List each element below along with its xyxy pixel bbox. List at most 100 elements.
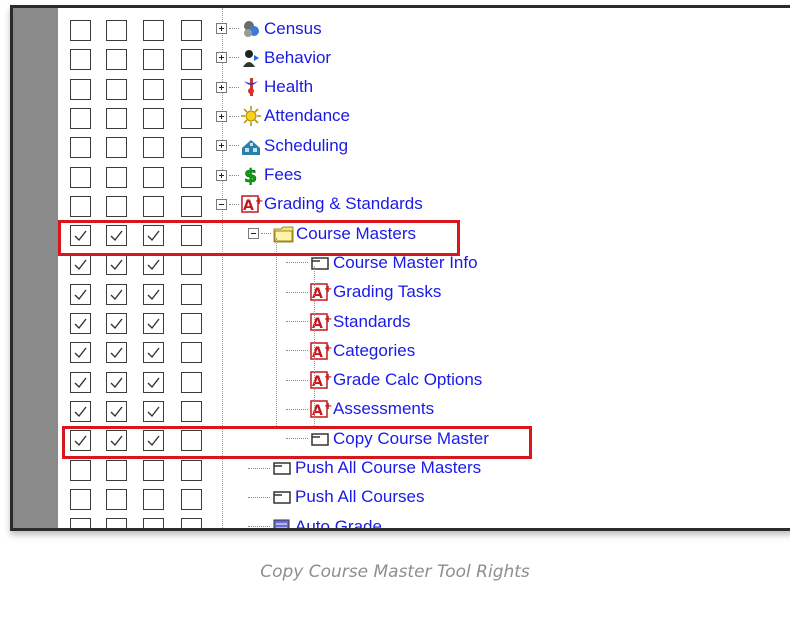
tree-node-label[interactable]: Auto Grade: [295, 517, 382, 528]
collapse-icon[interactable]: [216, 198, 227, 210]
rights-checkbox[interactable]: [143, 283, 164, 305]
rights-checkbox[interactable]: [70, 107, 91, 129]
expand-icon[interactable]: [216, 81, 227, 93]
tree-node-label[interactable]: Push All Courses: [295, 487, 424, 507]
tree-node[interactable]: Attendance: [216, 102, 350, 131]
tree-node-label[interactable]: Grading & Standards: [264, 194, 423, 214]
tree-node-label[interactable]: Grade Calc Options: [333, 370, 482, 390]
rights-checkbox[interactable]: [181, 400, 202, 422]
rights-checkbox[interactable]: [106, 195, 127, 217]
rights-checkbox[interactable]: [143, 254, 164, 276]
rights-checkbox[interactable]: [181, 342, 202, 364]
tree-node[interactable]: A + Standards: [286, 307, 411, 336]
rights-checkbox[interactable]: [181, 78, 202, 100]
rights-checkbox[interactable]: [143, 459, 164, 481]
rights-checkbox[interactable]: [106, 342, 127, 364]
rights-checkbox[interactable]: [70, 20, 91, 41]
rights-checkbox[interactable]: [106, 254, 127, 276]
rights-checkbox[interactable]: [143, 20, 164, 41]
rights-checkbox[interactable]: [181, 254, 202, 276]
tree-node-label[interactable]: Health: [264, 77, 313, 97]
rights-checkbox[interactable]: [70, 254, 91, 276]
rights-checkbox[interactable]: [70, 78, 91, 100]
tree-node-label[interactable]: Attendance: [264, 106, 350, 126]
rights-checkbox[interactable]: [143, 49, 164, 71]
rights-checkbox[interactable]: [143, 488, 164, 510]
tree-node[interactable]: Push All Courses: [248, 483, 424, 512]
rights-checkbox[interactable]: [106, 137, 127, 159]
rights-checkbox[interactable]: [143, 518, 164, 528]
rights-checkbox[interactable]: [181, 20, 202, 41]
rights-checkbox[interactable]: [106, 49, 127, 71]
tree-node[interactable]: A + Grade Calc Options: [286, 366, 482, 395]
tree-node-label[interactable]: Grading Tasks: [333, 282, 441, 302]
expand-icon[interactable]: [216, 169, 227, 181]
rights-checkbox[interactable]: [70, 166, 91, 188]
rights-checkbox[interactable]: [70, 195, 91, 217]
tree-node[interactable]: Census: [216, 14, 322, 43]
rights-checkbox[interactable]: [106, 313, 127, 334]
expand-icon[interactable]: [216, 140, 227, 152]
rights-checkbox[interactable]: [106, 518, 127, 528]
tree-node[interactable]: Health: [216, 73, 313, 102]
rights-checkbox[interactable]: [143, 371, 164, 393]
expand-icon[interactable]: [216, 23, 227, 34]
tree-node[interactable]: $ Fees: [216, 161, 302, 190]
rights-checkbox[interactable]: [70, 342, 91, 364]
rights-checkbox[interactable]: [181, 195, 202, 217]
rights-checkbox[interactable]: [70, 371, 91, 393]
tree-node-label[interactable]: Assessments: [333, 399, 434, 419]
rights-checkbox[interactable]: [106, 488, 127, 510]
rights-checkbox[interactable]: [143, 78, 164, 100]
tree-node-label[interactable]: Categories: [333, 341, 415, 361]
rights-checkbox[interactable]: [70, 488, 91, 510]
tree-node[interactable]: Scheduling: [216, 131, 348, 160]
tree-node-label[interactable]: Fees: [264, 165, 302, 185]
rights-checkbox[interactable]: [181, 49, 202, 71]
rights-checkbox[interactable]: [143, 195, 164, 217]
rights-checkbox[interactable]: [106, 283, 127, 305]
rights-checkbox[interactable]: [106, 166, 127, 188]
rights-checkbox[interactable]: [181, 371, 202, 393]
tree-node[interactable]: A + Categories: [286, 336, 415, 365]
rights-checkbox[interactable]: [181, 283, 202, 305]
tree-node[interactable]: A + Assessments: [286, 395, 434, 424]
tree-node[interactable]: Auto Grade: [248, 512, 382, 528]
tree-node-label[interactable]: Standards: [333, 312, 411, 332]
tree-node-label[interactable]: Census: [264, 19, 322, 39]
rights-checkbox[interactable]: [106, 459, 127, 481]
rights-checkbox[interactable]: [181, 518, 202, 528]
rights-checkbox[interactable]: [70, 459, 91, 481]
rights-checkbox[interactable]: [143, 342, 164, 364]
expand-icon[interactable]: [216, 110, 227, 122]
rights-checkbox[interactable]: [70, 49, 91, 71]
rights-checkbox[interactable]: [70, 283, 91, 305]
rights-checkbox[interactable]: [70, 137, 91, 159]
tree-node-label[interactable]: Scheduling: [264, 136, 348, 156]
rights-checkbox[interactable]: [70, 518, 91, 528]
rights-checkbox[interactable]: [181, 107, 202, 129]
rights-checkbox[interactable]: [181, 166, 202, 188]
rights-checkbox[interactable]: [106, 20, 127, 41]
rights-checkbox[interactable]: [106, 107, 127, 129]
tree-node-label[interactable]: Push All Course Masters: [295, 458, 481, 478]
rights-checkbox[interactable]: [143, 107, 164, 129]
tree-node[interactable]: A + Grading & Standards: [216, 190, 423, 219]
rights-checkbox[interactable]: [143, 400, 164, 422]
rights-checkbox[interactable]: [143, 313, 164, 334]
rights-checkbox[interactable]: [181, 137, 202, 159]
rights-checkbox[interactable]: [106, 371, 127, 393]
rights-checkbox[interactable]: [181, 459, 202, 481]
rights-checkbox[interactable]: [143, 137, 164, 159]
rights-checkbox[interactable]: [106, 400, 127, 422]
rights-checkbox[interactable]: [70, 313, 91, 334]
rights-checkbox[interactable]: [106, 78, 127, 100]
tree-node-label[interactable]: Behavior: [264, 48, 331, 68]
tree-node[interactable]: A + Grading Tasks: [286, 278, 441, 307]
rights-checkbox[interactable]: [143, 166, 164, 188]
rights-checkbox[interactable]: [181, 313, 202, 334]
tree-node[interactable]: Behavior: [216, 43, 331, 72]
rights-checkbox[interactable]: [181, 488, 202, 510]
rights-checkbox[interactable]: [70, 400, 91, 422]
expand-icon[interactable]: [216, 52, 227, 64]
